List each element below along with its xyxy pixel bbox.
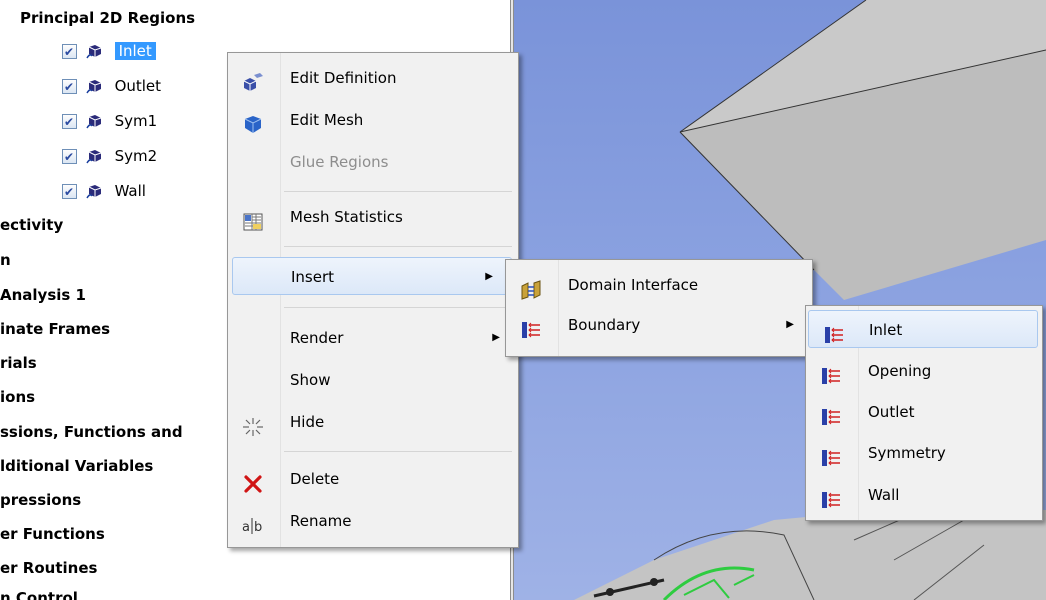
insert-submenu: Domain Interface Boundary ▶ bbox=[505, 259, 813, 357]
tree-item-materials[interactable]: rials bbox=[0, 351, 37, 375]
boundary-submenu: Inlet Opening Outlet Symmetry Wall bbox=[805, 305, 1043, 521]
submenu-arrow-icon: ▶ bbox=[492, 332, 500, 343]
tree-item-expressions-functions[interactable]: ssions, Functions and bbox=[0, 420, 183, 444]
checkbox-icon[interactable] bbox=[62, 40, 77, 64]
tree-region-wall[interactable]: Wall bbox=[62, 179, 146, 204]
menu-item-delete[interactable]: Delete bbox=[228, 460, 518, 498]
tree-item-additional-variables[interactable]: lditional Variables bbox=[0, 454, 153, 478]
menu-item-boundary-opening[interactable]: Opening bbox=[806, 352, 1042, 390]
svg-text:a: a bbox=[242, 520, 250, 535]
checkbox-icon[interactable] bbox=[62, 110, 77, 134]
tree-region-sym1[interactable]: Sym1 bbox=[62, 109, 157, 134]
tree-item-reactions[interactable]: ions bbox=[0, 385, 35, 409]
checkbox-icon[interactable] bbox=[62, 180, 77, 204]
tree-header-principal-2d-regions[interactable]: Principal 2D Regions bbox=[20, 6, 195, 30]
edit-mesh-icon bbox=[242, 111, 264, 133]
menu-separator bbox=[284, 451, 512, 452]
menu-item-hide[interactable]: Hide bbox=[228, 403, 518, 441]
region-icon bbox=[86, 79, 104, 95]
rename-icon: ab bbox=[242, 512, 264, 535]
domain-interface-icon bbox=[520, 276, 542, 300]
mesh-statistics-icon bbox=[242, 208, 264, 231]
boundary-icon bbox=[820, 362, 842, 384]
boundary-icon bbox=[520, 316, 542, 338]
region-icon bbox=[86, 149, 104, 165]
menu-item-show[interactable]: Show bbox=[228, 361, 518, 399]
svg-text:b: b bbox=[254, 520, 262, 535]
tree-item-connectivity[interactable]: ectivity bbox=[0, 213, 63, 237]
tree-item-simulation-control[interactable]: n Control bbox=[0, 586, 78, 600]
tree-item-analysis-1[interactable]: Analysis 1 bbox=[0, 283, 86, 307]
boundary-icon bbox=[823, 321, 845, 343]
checkbox-icon[interactable] bbox=[62, 145, 77, 169]
tree-region-inlet[interactable]: Inlet bbox=[62, 39, 156, 64]
edit-definition-icon bbox=[242, 69, 264, 91]
tree-region-outlet[interactable]: Outlet bbox=[62, 74, 161, 99]
menu-item-glue-regions[interactable]: Glue Regions bbox=[228, 143, 518, 181]
menu-item-boundary-wall[interactable]: Wall bbox=[806, 476, 1042, 514]
tree-item-user-functions[interactable]: er Functions bbox=[0, 522, 105, 546]
region-icon bbox=[86, 44, 104, 60]
boundary-icon bbox=[820, 403, 842, 425]
tree-item-user-routines[interactable]: er Routines bbox=[0, 556, 97, 580]
boundary-icon bbox=[820, 486, 842, 508]
tree-item-mesh[interactable]: n bbox=[0, 248, 11, 272]
menu-item-rename[interactable]: ab Rename bbox=[228, 502, 518, 540]
submenu-arrow-icon: ▶ bbox=[786, 319, 794, 330]
context-menu: Edit Definition Edit Mesh Glue Regions M… bbox=[227, 52, 519, 548]
menu-separator bbox=[284, 246, 512, 247]
region-icon bbox=[86, 184, 104, 200]
menu-item-edit-mesh[interactable]: Edit Mesh bbox=[228, 101, 518, 139]
menu-item-render[interactable]: Render ▶ bbox=[228, 319, 518, 357]
delete-icon bbox=[242, 470, 264, 493]
submenu-arrow-icon: ▶ bbox=[485, 271, 493, 282]
menu-separator bbox=[284, 307, 512, 308]
checkbox-icon[interactable] bbox=[62, 75, 77, 99]
tree-item-coordinate-frames[interactable]: inate Frames bbox=[0, 317, 110, 341]
tree-item-expressions[interactable]: pressions bbox=[0, 488, 81, 512]
hide-icon bbox=[242, 413, 264, 436]
boundary-icon bbox=[820, 444, 842, 466]
menu-item-domain-interface[interactable]: Domain Interface bbox=[506, 266, 812, 304]
menu-separator bbox=[284, 191, 512, 192]
menu-item-mesh-statistics[interactable]: Mesh Statistics bbox=[228, 198, 518, 236]
menu-item-boundary[interactable]: Boundary ▶ bbox=[506, 306, 812, 344]
menu-item-boundary-inlet[interactable]: Inlet bbox=[808, 310, 1038, 348]
menu-item-insert[interactable]: Insert ▶ bbox=[232, 257, 512, 295]
menu-item-boundary-outlet[interactable]: Outlet bbox=[806, 393, 1042, 431]
menu-item-boundary-symmetry[interactable]: Symmetry bbox=[806, 434, 1042, 472]
tree-region-sym2[interactable]: Sym2 bbox=[62, 144, 157, 169]
menu-item-edit-definition[interactable]: Edit Definition bbox=[228, 59, 518, 97]
region-icon bbox=[86, 114, 104, 130]
